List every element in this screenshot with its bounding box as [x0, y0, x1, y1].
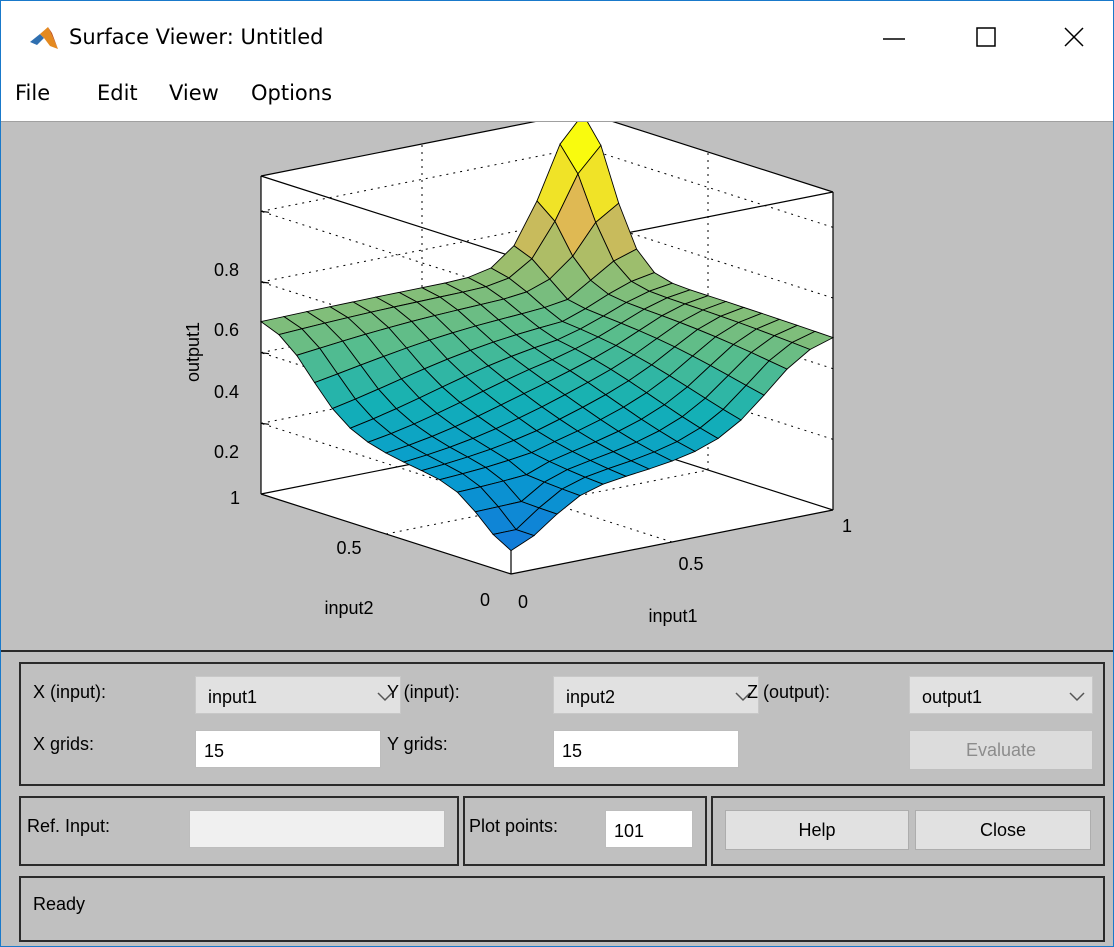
- close-window-button[interactable]: [1051, 15, 1097, 61]
- z-output-value: output1: [922, 687, 983, 707]
- y-grids-label: Y grids:: [387, 734, 448, 754]
- x-input-select[interactable]: input1: [195, 676, 401, 714]
- menu-edit[interactable]: Edit: [97, 81, 138, 105]
- menu-file[interactable]: File: [15, 81, 50, 105]
- ref-input-label: Ref. Input:: [27, 816, 111, 836]
- z-tick-label: 0.2: [214, 442, 239, 462]
- plot-area[interactable]: 0.8 0.6 0.4 0.2 output1 0 0.5 1 input1 0…: [1, 122, 1113, 650]
- z-tick-label: 0.4: [214, 382, 239, 402]
- x-input-label: X (input):: [33, 682, 107, 702]
- z-output-label: Z (output):: [747, 682, 831, 702]
- plot-points-label: Plot points:: [469, 816, 559, 836]
- x-grids-field[interactable]: 15: [195, 730, 381, 768]
- evaluate-button[interactable]: Evaluate: [909, 730, 1093, 770]
- x-grids-value: 15: [204, 741, 225, 761]
- y-tick-label: 0: [480, 590, 490, 610]
- x-tick-label: 0.5: [678, 554, 703, 574]
- help-button[interactable]: Help: [725, 810, 909, 850]
- minimize-button[interactable]: [871, 15, 917, 61]
- status-bar: Ready: [19, 876, 1105, 942]
- plot-points-field[interactable]: 101: [605, 810, 693, 848]
- status-text: Ready: [33, 894, 86, 914]
- divider: [1, 650, 1113, 652]
- x-tick-label: 1: [842, 516, 852, 536]
- plot-points-value: 101: [614, 821, 645, 841]
- menu-bar: File Edit View Options: [1, 73, 1113, 122]
- ref-input-field[interactable]: [189, 810, 445, 848]
- y-axis-label: input2: [324, 598, 373, 618]
- x-axis-label: input1: [648, 606, 697, 626]
- close-button[interactable]: Close: [915, 810, 1091, 850]
- axis-selection-panel: X (input): input1 Y (input): input2 Z (o…: [19, 662, 1105, 786]
- z-axis-label: output1: [183, 322, 203, 382]
- y-input-select[interactable]: input2: [553, 676, 759, 714]
- matlab-icon: [29, 25, 59, 51]
- menu-view[interactable]: View: [169, 81, 219, 105]
- surface-viewer-window: Surface Viewer: Untitled File Edit View …: [0, 0, 1114, 947]
- surface-plot[interactable]: 0.8 0.6 0.4 0.2 output1 0 0.5 1 input1 0…: [1, 122, 1113, 650]
- ref-input-panel: Ref. Input:: [19, 796, 459, 866]
- y-input-label: Y (input):: [387, 682, 460, 702]
- y-input-value: input2: [566, 687, 616, 707]
- z-tick-label: 0.8: [214, 260, 239, 280]
- menu-options[interactable]: Options: [251, 81, 332, 105]
- window-title: Surface Viewer: Untitled: [69, 25, 324, 49]
- actions-panel: Help Close: [711, 796, 1105, 866]
- x-tick-label: 0: [518, 592, 528, 612]
- z-output-select[interactable]: output1: [909, 676, 1093, 714]
- y-grids-value: 15: [562, 741, 583, 761]
- y-tick-label: 1: [230, 488, 240, 508]
- plot-points-panel: Plot points: 101: [463, 796, 707, 866]
- title-bar[interactable]: Surface Viewer: Untitled: [1, 1, 1113, 73]
- x-input-value: input1: [208, 687, 258, 707]
- y-tick-label: 0.5: [336, 538, 361, 558]
- chevron-down-icon: [1069, 692, 1085, 702]
- z-tick-label: 0.6: [214, 320, 239, 340]
- y-grids-field[interactable]: 15: [553, 730, 739, 768]
- maximize-button[interactable]: [963, 15, 1009, 61]
- x-grids-label: X grids:: [33, 734, 95, 754]
